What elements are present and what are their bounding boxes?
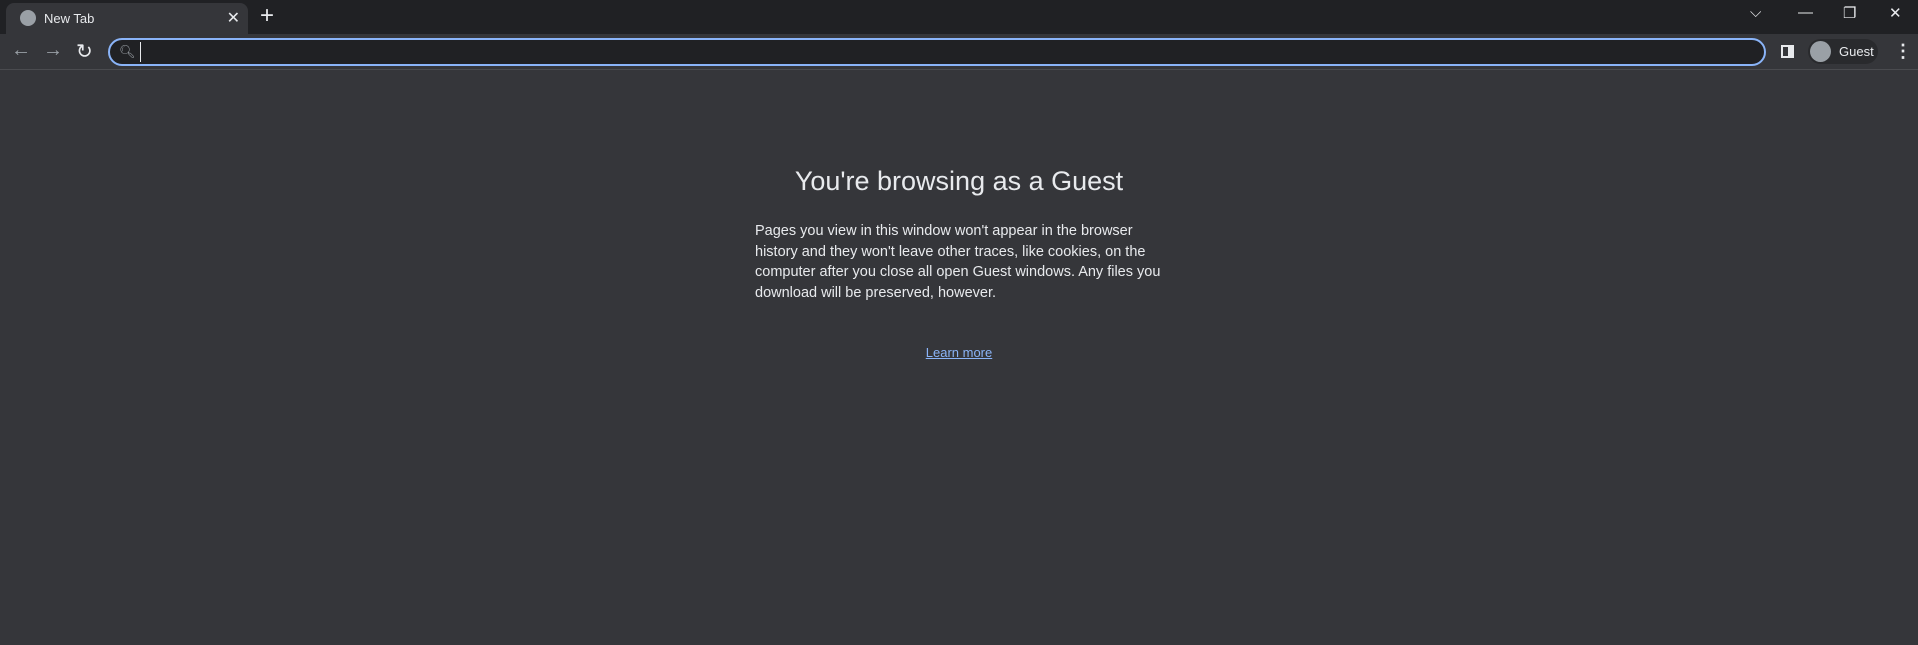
search-icon: 🔍︎ (119, 44, 136, 59)
profile-label: Guest (1839, 44, 1874, 59)
tab-title: New Tab (44, 11, 95, 26)
reload-icon[interactable]: ↻ (76, 39, 93, 64)
back-icon[interactable]: ← (11, 39, 31, 62)
menu-icon[interactable]: ⋮ (1894, 41, 1912, 62)
address-bar[interactable]: 🔍︎ (108, 38, 1766, 66)
page-title: You're browsing as a Guest (794, 166, 1124, 196)
side-panel-icon[interactable] (1781, 45, 1794, 58)
avatar-icon (1810, 41, 1831, 62)
minimize-icon[interactable]: — (1798, 4, 1813, 21)
close-window-icon[interactable]: ✕ (1889, 4, 1902, 22)
guest-description: Pages you view in this window won't appe… (755, 223, 1161, 301)
tab-strip: New Tab ✕ + ⌵ — ❐ ✕ (0, 0, 1918, 34)
globe-icon (20, 10, 36, 26)
tab-close-icon[interactable]: ✕ (227, 8, 240, 28)
learn-more-link[interactable]: Learn more (926, 345, 992, 360)
toolbar: ← → ↻ 🔍︎ Guest ⋮ (0, 34, 1918, 70)
forward-icon[interactable]: → (43, 39, 63, 62)
tab-search-chevron-icon[interactable]: ⌵ (1750, 4, 1761, 21)
tab-new-tab[interactable]: New Tab ✕ (6, 3, 248, 34)
address-input[interactable] (140, 42, 1740, 62)
restore-icon[interactable]: ❐ (1843, 4, 1856, 22)
profile-button[interactable]: Guest (1808, 39, 1878, 64)
new-tab-button[interactable]: + (260, 2, 274, 30)
